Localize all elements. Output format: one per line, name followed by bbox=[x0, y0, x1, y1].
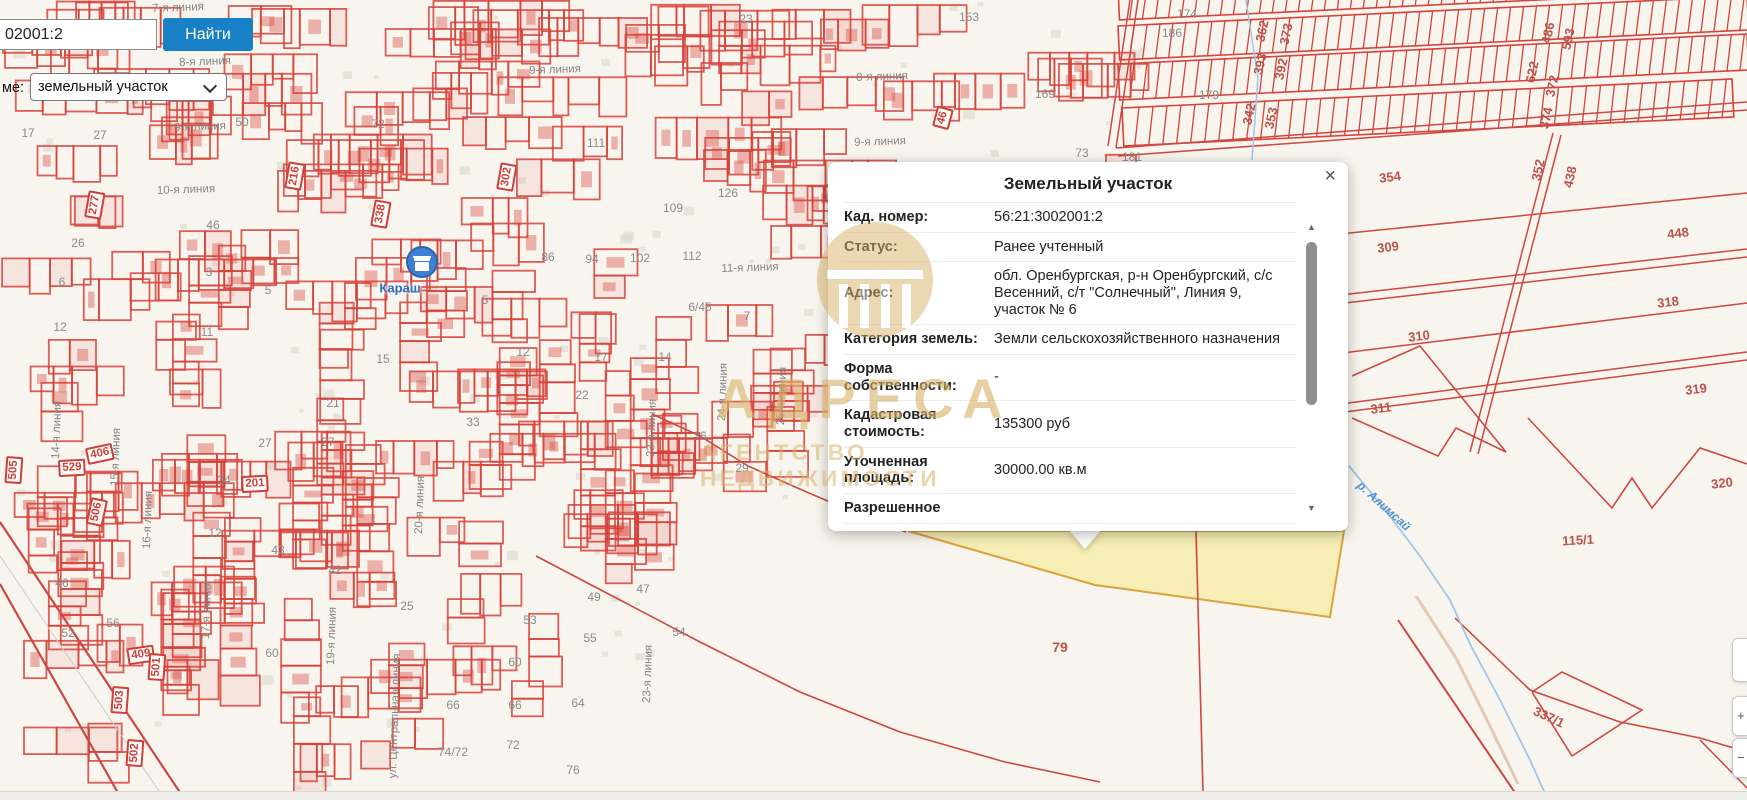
field-value: Земли сельскохозяйственного назначения bbox=[994, 331, 1296, 348]
popup-scrollbar[interactable]: ▲ ▼ bbox=[1305, 222, 1318, 513]
field-label: Разрешенное bbox=[844, 500, 994, 517]
map-control-button[interactable] bbox=[1732, 638, 1747, 682]
field-value: 56:21:3002001:2 bbox=[994, 209, 1296, 226]
find-button[interactable]: Найти bbox=[163, 18, 253, 51]
scroll-up-icon[interactable]: ▲ bbox=[1305, 222, 1318, 232]
shop-icon bbox=[413, 256, 431, 261]
horizontal-scrollbar[interactable] bbox=[0, 791, 1747, 800]
field-label: Адрес: bbox=[844, 285, 994, 302]
object-type-label: ме: bbox=[2, 80, 24, 96]
field-label: Уточненная площадь: bbox=[844, 454, 994, 487]
field-label: Кадастровая стоимость: bbox=[844, 407, 994, 440]
info-row: Разрешенное bbox=[844, 494, 1296, 524]
popup-body: Кад. номер:56:21:3002001:2Статус:Ранее у… bbox=[844, 202, 1296, 531]
settlement-marker[interactable] bbox=[406, 246, 438, 278]
info-row: Уточненная площадь:30000.00 кв.м bbox=[844, 448, 1296, 494]
scrollbar-thumb[interactable] bbox=[1306, 242, 1317, 405]
field-label: Форма собственности: bbox=[844, 361, 994, 394]
popup-title: Земельный участок bbox=[828, 174, 1348, 194]
cadastral-search-input[interactable] bbox=[0, 19, 157, 50]
selected-option: земельный участок bbox=[38, 79, 168, 95]
info-row: Кад. номер:56:21:3002001:2 bbox=[844, 203, 1296, 233]
close-icon[interactable]: × bbox=[1324, 166, 1336, 186]
zoom-out-button[interactable]: − bbox=[1732, 738, 1747, 778]
field-value: 30000.00 кв.м bbox=[994, 462, 1296, 479]
scroll-down-icon[interactable]: ▼ bbox=[1305, 503, 1318, 513]
zoom-in-button[interactable]: + bbox=[1732, 696, 1747, 736]
info-row: Статус:Ранее учтенный bbox=[844, 233, 1296, 263]
field-label: Категория земель: bbox=[844, 331, 994, 348]
object-type-select[interactable]: земельный участок bbox=[30, 73, 227, 101]
info-row: Адрес:обл. Оренбургская, р-н Оренбургски… bbox=[844, 262, 1296, 325]
parcel-info-popup: Земельный участок × Кад. номер:56:21:300… bbox=[828, 162, 1348, 531]
field-value: - bbox=[994, 369, 1296, 386]
info-row: Категория земель:Земли сельскохозяйствен… bbox=[844, 325, 1296, 355]
popup-tail-pointer bbox=[1068, 529, 1102, 549]
field-value: Ранее учтенный bbox=[994, 239, 1296, 256]
info-row: Кадастровая стоимость:135300 руб bbox=[844, 401, 1296, 447]
chevron-down-icon bbox=[203, 79, 217, 93]
field-value: обл. Оренбургская, р-н Оренбургский, с/с… bbox=[994, 268, 1296, 318]
info-row: Форма собственности:- bbox=[844, 355, 1296, 401]
cadastral-map-page: 7-я линия8-я линия9-я линия10-я линия9-я… bbox=[0, 0, 1747, 800]
field-label: Статус: bbox=[844, 239, 994, 256]
field-value: 135300 руб bbox=[994, 416, 1296, 433]
field-label: Кад. номер: bbox=[844, 209, 994, 226]
